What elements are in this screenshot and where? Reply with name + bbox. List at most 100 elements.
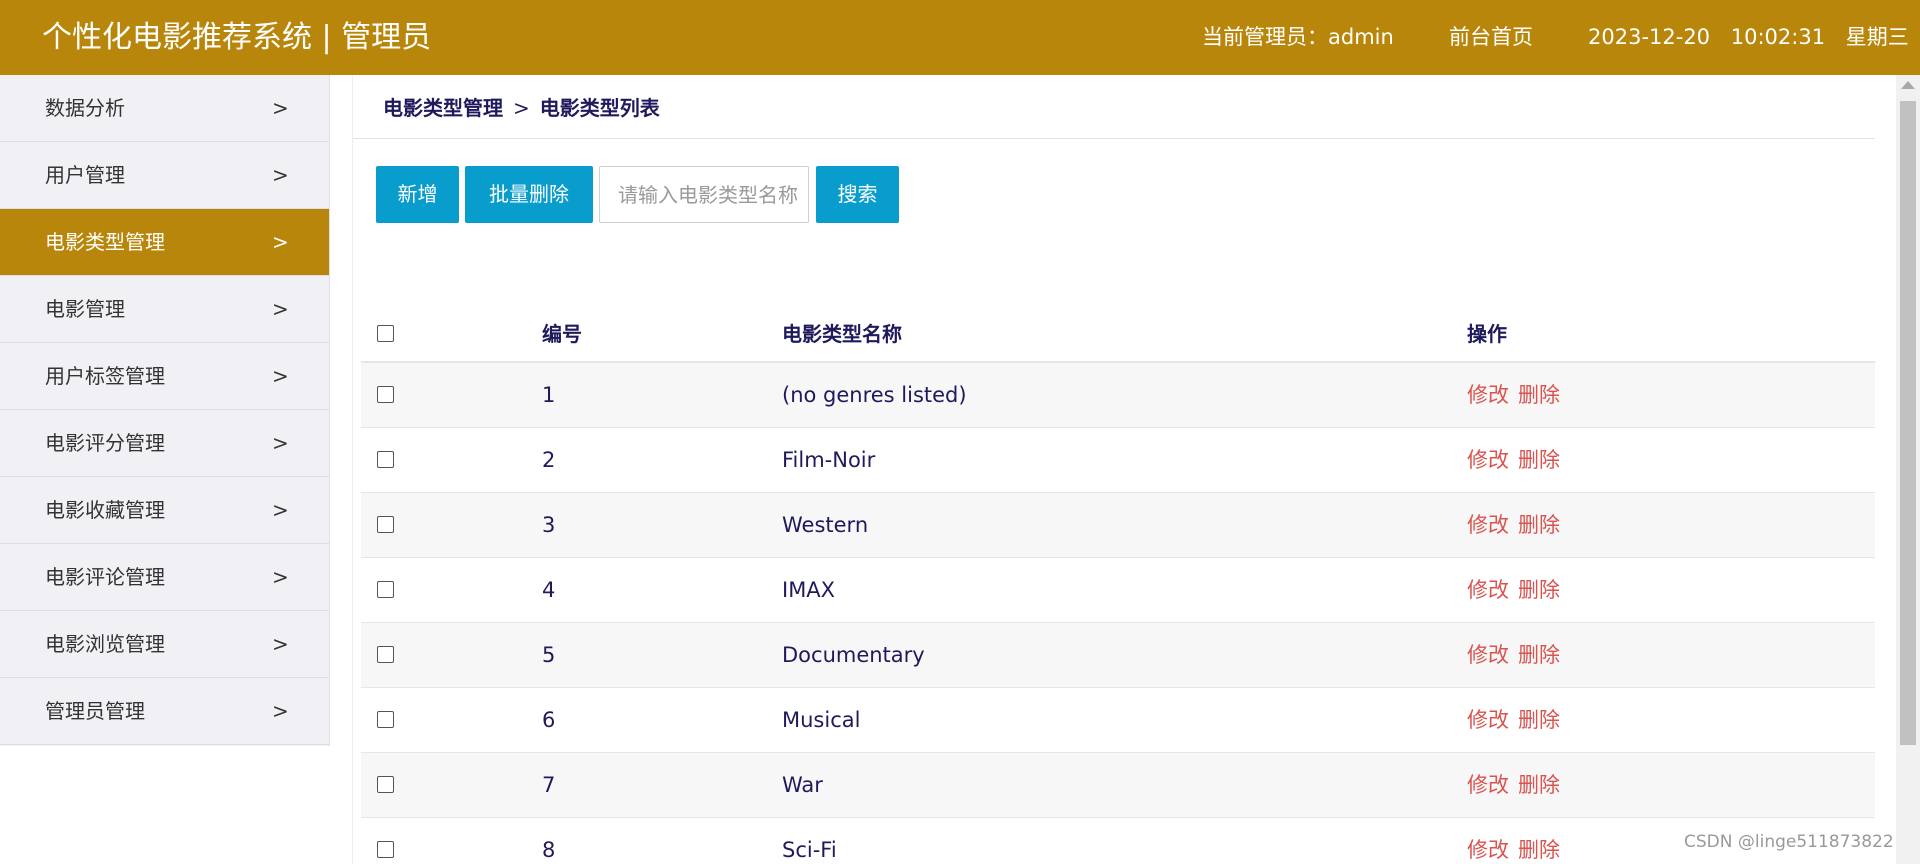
page-scrollbar[interactable] [1896,75,1920,864]
sidebar-item-label: 用户标签管理 [45,364,165,388]
edit-link[interactable]: 修改 [1467,708,1509,732]
scroll-up-arrow-icon[interactable] [1901,81,1915,89]
table-row: 1 (no genres listed) 修改 删除 [361,363,1875,428]
genre-search-input[interactable] [599,166,809,223]
sidebar-item-label: 电影评分管理 [45,431,165,455]
column-header-id: 编号 [542,322,582,346]
table-row: 7 War 修改 删除 [361,753,1875,818]
sidebar-item-label: 用户管理 [45,163,125,187]
column-header-name: 电影类型名称 [782,322,902,346]
breadcrumb: 电影类型管理 > 电影类型列表 [383,75,660,139]
sidebar-item[interactable]: 用户标签管理 > [0,343,329,410]
frontend-home-link[interactable]: 前台首页 [1449,0,1533,75]
app-title: 个性化电影推荐系统 | 管理员 [42,20,432,55]
top-header: 个性化电影推荐系统 | 管理员 当前管理员：admin 前台首页 2023-12… [0,0,1920,75]
row-select-cell [377,818,394,864]
delete-link[interactable]: 删除 [1518,578,1560,602]
genre-id: 6 [542,708,556,732]
edit-link[interactable]: 修改 [1467,773,1509,797]
table-header-row: 编号 电影类型名称 操作 [361,305,1875,363]
sidebar-item[interactable]: 用户管理 > [0,142,329,209]
edit-link[interactable]: 修改 [1467,838,1509,862]
row-select-cell [377,428,394,493]
edit-link[interactable]: 修改 [1467,643,1509,667]
row-select-cell [377,558,394,623]
sidebar-item[interactable]: 电影浏览管理 > [0,611,329,678]
datetime-display: 2023-12-20 10:02:31 星期三 [1588,0,1909,75]
chevron-right-icon: > [272,230,289,254]
genre-table: 编号 电影类型名称 操作 1 (no genres listed) 修改 删除 2 Fil… [361,305,1875,864]
delete-link[interactable]: 删除 [1518,383,1560,407]
edit-link[interactable]: 修改 [1467,578,1509,602]
select-all-cell [377,305,394,363]
table-row: 2 Film-Noir 修改 删除 [361,428,1875,493]
delete-link[interactable]: 删除 [1518,513,1560,537]
sidebar-item[interactable]: 电影评论管理 > [0,544,329,611]
genre-id: 7 [542,773,556,797]
sidebar-item-label: 电影类型管理 [45,230,165,254]
sidebar-item[interactable]: 电影收藏管理 > [0,477,329,544]
row-checkbox[interactable] [377,840,394,858]
date-text: 2023-12-20 [1588,25,1711,49]
batch-delete-button[interactable]: 批量删除 [465,166,593,223]
row-actions: 修改 删除 [1467,688,1569,753]
sidebar-nav: 数据分析 > 用户管理 > 电影类型管理 > 电影管理 > 用户标签管理 > 电影评分管理 > 电影收藏… [0,75,330,746]
genre-name: Western [782,513,869,537]
row-checkbox[interactable] [377,515,394,533]
edit-link[interactable]: 修改 [1467,383,1509,407]
chevron-right-icon: > [272,163,289,187]
genre-name: Documentary [782,643,925,667]
row-checkbox[interactable] [377,450,394,468]
chevron-right-icon: > [272,632,289,656]
delete-link[interactable]: 删除 [1518,773,1560,797]
sidebar-item-label: 管理员管理 [45,699,145,723]
delete-link[interactable]: 删除 [1518,708,1560,732]
chevron-right-icon: > [272,565,289,589]
row-checkbox[interactable] [377,645,394,663]
search-button[interactable]: 搜索 [816,166,899,223]
row-select-cell [377,363,394,428]
edit-link[interactable]: 修改 [1467,513,1509,537]
edit-link[interactable]: 修改 [1467,448,1509,472]
row-checkbox[interactable] [377,580,394,598]
row-select-cell [377,493,394,558]
genre-id: 4 [542,578,556,602]
sidebar-item[interactable]: 管理员管理 > [0,678,329,745]
scrollbar-thumb[interactable] [1900,101,1916,745]
breadcrumb-current: 电影类型列表 [539,96,660,120]
row-checkbox[interactable] [377,385,394,403]
delete-link[interactable]: 删除 [1518,838,1560,862]
sidebar-item-label: 电影评论管理 [45,565,165,589]
delete-link[interactable]: 删除 [1518,448,1560,472]
genre-name: Sci-Fi [782,838,837,862]
sidebar-item[interactable]: 电影类型管理 > [0,209,329,276]
row-checkbox[interactable] [377,710,394,728]
sidebar-item-label: 电影收藏管理 [45,498,165,522]
breadcrumb-separator-icon: > [513,96,530,120]
table-row: 8 Sci-Fi 修改 删除 [361,818,1875,864]
sidebar-item[interactable]: 电影评分管理 > [0,410,329,477]
table-row: 5 Documentary 修改 删除 [361,623,1875,688]
time-text: 10:02:31 [1730,25,1826,49]
row-select-cell [377,623,394,688]
genre-id: 1 [542,383,556,407]
genre-id: 8 [542,838,556,862]
sidebar-item-label: 电影管理 [45,297,125,321]
genre-name: Film-Noir [782,448,876,472]
sidebar-item[interactable]: 数据分析 > [0,75,329,142]
breadcrumb-parent[interactable]: 电影类型管理 [383,96,503,120]
genre-name: (no genres listed) [782,383,967,407]
genre-id: 2 [542,448,556,472]
divider [353,138,1875,139]
table-row: 3 Western 修改 删除 [361,493,1875,558]
sidebar-item[interactable]: 电影管理 > [0,276,329,343]
sidebar-item-label: 数据分析 [45,96,125,120]
genre-name: IMAX [782,578,836,602]
select-all-checkbox[interactable] [377,325,394,342]
delete-link[interactable]: 删除 [1518,643,1560,667]
chevron-right-icon: > [272,699,289,723]
add-button[interactable]: 新增 [376,166,459,223]
chevron-right-icon: > [272,297,289,321]
chevron-right-icon: > [272,364,289,388]
row-checkbox[interactable] [377,775,394,793]
